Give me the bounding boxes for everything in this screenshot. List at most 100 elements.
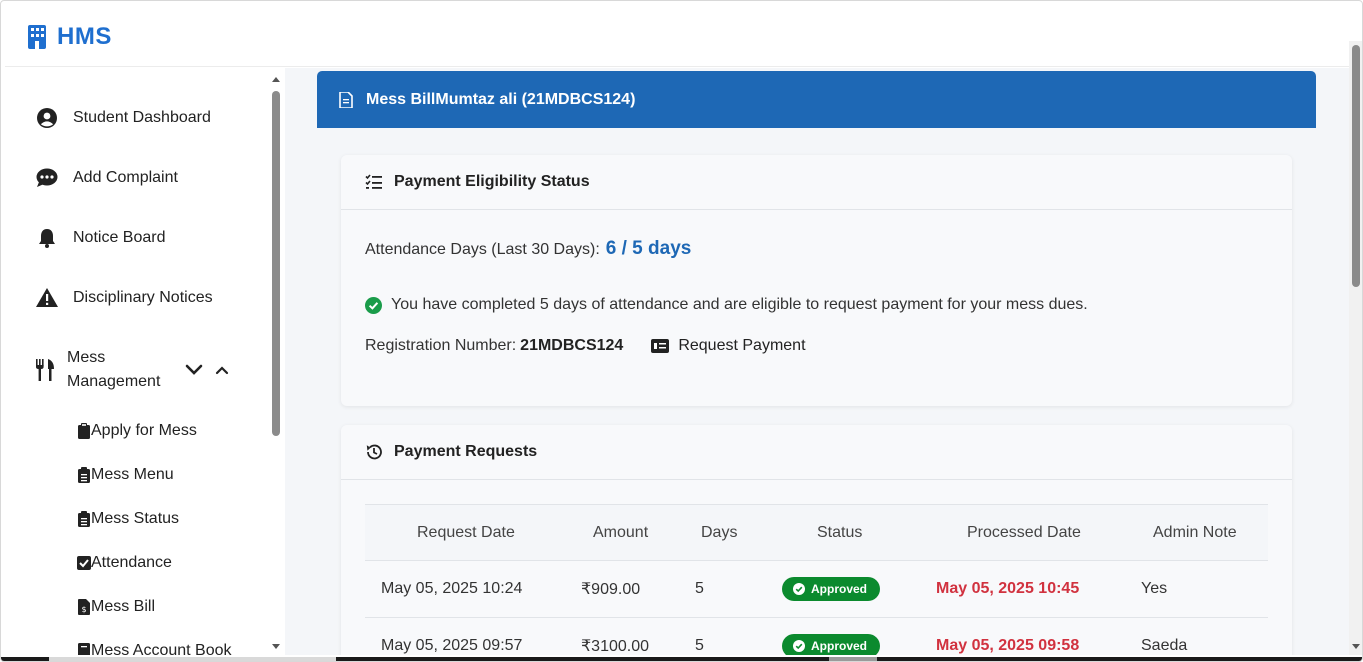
check-circle-icon [793, 583, 805, 595]
sidebar-subitem-label: Attendance [91, 554, 172, 571]
amount-cell: ₹3100.00 [581, 638, 650, 655]
sidebar-subitem-label: Mess Menu [91, 466, 174, 483]
status-badge: Approved [782, 577, 881, 601]
sidebar-subitem-mess-status[interactable]: Mess Status [77, 510, 179, 528]
request-payment-button[interactable]: Request Payment [651, 337, 806, 355]
request-payment-label: Request Payment [678, 337, 806, 354]
payment-requests-table: Request Date Amount Days Status Processe… [365, 504, 1268, 655]
svg-text:$: $ [81, 605, 86, 614]
sidebar-scrollbar[interactable] [269, 71, 283, 655]
scroll-down-arrow-icon[interactable] [1352, 644, 1360, 649]
payment-eligibility-card: Payment Eligibility Status Attendance Da… [341, 155, 1292, 406]
page-title: Mess BillMumtaz ali (21MDBCS124) [366, 90, 636, 108]
clipboard-list-icon [77, 467, 91, 483]
history-icon [365, 443, 383, 461]
sidebar-item-notice-board[interactable]: Notice Board [35, 226, 166, 250]
payment-requests-card: Payment Requests Request Date Amount Day… [341, 425, 1292, 655]
sidebar-subitem-label: Mess Status [91, 510, 180, 527]
status-badge: Approved [782, 634, 881, 655]
top-navbar: HMS [5, 5, 1351, 67]
main-content: Mess BillMumtaz ali (21MDBCS124) Payment… [285, 68, 1349, 655]
sidebar-subitem-mess-account-book[interactable]: Mess Account Book [77, 642, 232, 655]
check-circle-icon [793, 640, 805, 652]
col-request-date: Request Date [417, 523, 515, 541]
status-cell: Approved [782, 561, 881, 617]
col-status: Status [817, 523, 863, 541]
sidebar-item-student-dashboard[interactable]: Student Dashboard [35, 106, 211, 130]
sidebar-item-mess-management[interactable]: Mess Management [35, 346, 255, 394]
table-row: May 05, 2025 10:24 ₹909.00 5 Approved Ma… [365, 561, 1268, 618]
col-processed-date: Processed Date [967, 523, 1081, 541]
admin-note-cell: Saeda [1141, 637, 1188, 654]
days-cell: 5 [695, 637, 704, 654]
building-icon [28, 25, 46, 49]
amount-cell: ₹909.00 [581, 581, 641, 598]
sidebar-subitem-label: Mess Account Book [91, 642, 232, 655]
scrollbar-thumb[interactable] [1352, 45, 1360, 287]
page-header: Mess BillMumtaz ali (21MDBCS124) [317, 71, 1316, 128]
scroll-up-arrow-icon[interactable] [272, 77, 280, 82]
sidebar-subitem-label: Apply for Mess [91, 422, 197, 439]
days-cell: 5 [695, 580, 704, 597]
eligibility-message: You have completed 5 days of attendance … [365, 296, 1088, 314]
sidebar-item-label: Notice Board [73, 229, 166, 246]
check-square-icon [77, 555, 91, 571]
sidebar: Student Dashboard Add Complaint Notice B… [5, 68, 285, 655]
brand-name: HMS [57, 23, 112, 50]
warning-triangle-icon [35, 286, 59, 310]
check-circle-icon [365, 296, 382, 314]
sidebar-subitem-apply-for-mess[interactable]: Apply for Mess [77, 422, 197, 440]
app-window: HMS Student Dashboard Add Complaint Noti… [0, 0, 1363, 662]
card-title: Payment Eligibility Status [394, 173, 590, 190]
sidebar-item-label: Student Dashboard [73, 109, 211, 126]
file-icon [339, 91, 353, 108]
admin-note-cell: Yes [1141, 580, 1168, 597]
status-text: Approved [811, 582, 868, 596]
sidebar-item-disciplinary-notices[interactable]: Disciplinary Notices [35, 286, 213, 310]
registration-label: Registration Number: [365, 337, 517, 354]
sidebar-item-label: Mess Management [67, 349, 161, 390]
eligibility-message-text: You have completed 5 days of attendance … [391, 296, 1088, 313]
processed-date-cell: May 05, 2025 10:45 [936, 580, 1080, 597]
utensils-icon [35, 359, 55, 381]
bell-icon [35, 226, 59, 250]
card-header: Payment Requests [341, 425, 1292, 480]
chevron-down-icon[interactable] [183, 359, 205, 381]
col-admin-note: Admin Note [1153, 523, 1237, 541]
sidebar-subitem-mess-menu[interactable]: Mess Menu [77, 466, 174, 484]
attendance-value: 6 / 5 days [605, 238, 692, 259]
col-amount: Amount [593, 523, 649, 541]
table-row: May 05, 2025 09:57 ₹3100.00 5 Approved M… [365, 618, 1268, 655]
bottom-edge [1, 657, 1362, 661]
sidebar-item-label: Disciplinary Notices [73, 289, 213, 306]
book-icon [77, 643, 91, 655]
money-card-icon [651, 339, 670, 353]
file-invoice-dollar-icon: $ [77, 599, 91, 615]
sidebar-subitem-attendance[interactable]: Attendance [77, 554, 172, 572]
request-date-cell: May 05, 2025 10:24 [381, 580, 523, 597]
scrollbar-thumb[interactable] [272, 91, 280, 436]
registration-line: Registration Number: 21MDBCS124 Request … [365, 337, 806, 355]
user-circle-icon [35, 106, 59, 130]
request-date-cell: May 05, 2025 09:57 [381, 637, 523, 654]
tasks-list-icon [365, 173, 383, 191]
scroll-down-arrow-icon[interactable] [272, 644, 280, 649]
sidebar-subitem-mess-bill[interactable]: $ Mess Bill [77, 598, 155, 616]
brand-logo[interactable]: HMS [27, 23, 112, 51]
clipboard-icon [77, 423, 91, 439]
processed-date-cell: May 05, 2025 09:58 [936, 637, 1080, 654]
status-cell: Approved [782, 618, 881, 655]
attendance-label: Attendance Days (Last 30 Days): [365, 241, 600, 258]
comment-dots-icon [35, 166, 59, 190]
col-days: Days [701, 523, 738, 541]
table-header: Request Date Amount Days Status Processe… [365, 504, 1268, 561]
card-title: Payment Requests [394, 443, 538, 460]
sidebar-item-label: Add Complaint [73, 169, 178, 186]
sidebar-item-add-complaint[interactable]: Add Complaint [35, 166, 178, 190]
main-scrollbar[interactable] [1349, 41, 1362, 655]
clipboard-list-icon [77, 511, 91, 527]
status-text: Approved [811, 639, 868, 653]
chevron-up-icon[interactable] [211, 359, 233, 381]
card-header: Payment Eligibility Status [341, 155, 1292, 210]
registration-value: 21MDBCS124 [520, 337, 624, 354]
